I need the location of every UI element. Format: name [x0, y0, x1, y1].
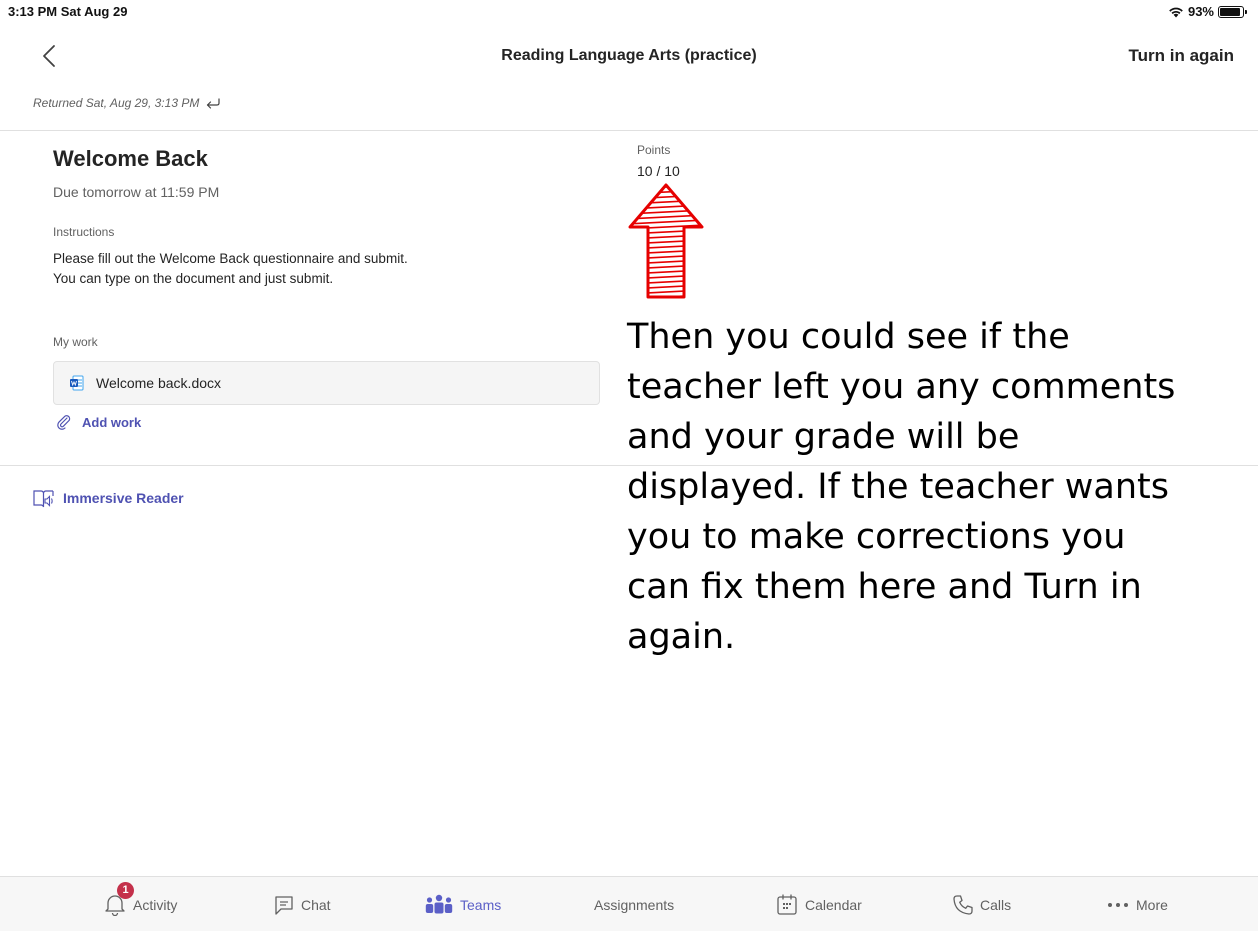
paperclip-icon [57, 415, 71, 430]
assignment-title: Welcome Back [53, 146, 208, 171]
nav-calls[interactable]: Calls [952, 891, 1011, 919]
activity-badge: 1 [117, 881, 134, 899]
nav-calendar-label: Calendar [805, 897, 862, 913]
chat-icon [275, 896, 293, 915]
bottom-nav: 1 Activity Chat Teams Assignments Calend… [0, 876, 1258, 931]
nav-assignments[interactable]: Assignments [594, 891, 674, 919]
battery-icon [1218, 5, 1247, 18]
page-title: Reading Language Arts (practice) [501, 47, 757, 64]
my-work-label: My work [53, 335, 98, 349]
nav-teams[interactable]: Teams [424, 891, 501, 919]
nav-activity-label: Activity [133, 897, 178, 913]
annotation-line: teacher left you any comments [627, 367, 1176, 407]
teams-icon [425, 894, 453, 914]
annotation-line: you to make corrections you [627, 517, 1126, 557]
instructions-text: Please fill out the Welcome Back questio… [53, 249, 408, 289]
status-indicators: 93% [1168, 4, 1247, 19]
annotation-line: again. [627, 617, 736, 657]
returned-status: Returned Sat, Aug 29, 3:13 PM [33, 96, 221, 110]
add-work-button[interactable]: Add work [56, 414, 141, 430]
due-date: Due tomorrow at 11:59 PM [53, 184, 220, 200]
status-bar: 3:13 PM Sat Aug 29 93% [0, 0, 1258, 24]
instructions-line: Please fill out the Welcome Back questio… [53, 251, 408, 266]
immersive-reader-label: Immersive Reader [63, 490, 184, 506]
annotation-text: Then you could see if the teacher left y… [627, 312, 1247, 662]
nav-assignments-label: Assignments [594, 897, 675, 913]
instructions-label: Instructions [53, 225, 115, 239]
more-dots-icon [1108, 903, 1128, 907]
annotation-line: displayed. If the teacher wants [627, 467, 1170, 507]
annotation-line: can fix them here and Turn in [627, 567, 1142, 607]
header-divider [0, 130, 1258, 131]
nav-more-label: More [1136, 897, 1168, 913]
bell-icon: 1 [103, 881, 134, 919]
return-arrow-icon [207, 98, 220, 109]
file-name: Welcome back.docx [96, 375, 222, 391]
nav-teams-label: Teams [460, 897, 502, 913]
instructions-line: You can type on the document and just su… [53, 271, 334, 286]
red-up-arrow-icon [628, 183, 704, 299]
word-document-icon [70, 375, 84, 391]
nav-calendar[interactable]: Calendar [775, 891, 862, 919]
points-label: Points [637, 143, 671, 157]
nav-chat-label: Chat [301, 897, 331, 913]
back-chevron-icon[interactable] [38, 40, 62, 72]
battery-percent: 93% [1187, 4, 1214, 19]
calendar-icon [777, 894, 797, 915]
returned-text: Returned Sat, Aug 29, 3:13 PM [33, 96, 200, 110]
nav-calls-label: Calls [980, 897, 1012, 913]
annotation-line: Then you could see if the [627, 317, 1070, 357]
immersive-reader-button[interactable]: Immersive Reader [33, 488, 184, 508]
battery-fill [1220, 7, 1241, 16]
status-time: 3:13 PM Sat Aug 29 [8, 4, 128, 19]
annotation-line: and your grade will be [627, 417, 1020, 457]
wifi-icon [1169, 7, 1183, 17]
nav-activity[interactable]: 1 Activity [103, 881, 178, 919]
turn-in-again-button[interactable]: Turn in again [1129, 46, 1234, 66]
points-value: 10 / 10 [637, 163, 680, 179]
attached-file[interactable]: Welcome back.docx [53, 361, 600, 405]
phone-icon [953, 895, 973, 915]
nav-more[interactable]: More [1106, 891, 1168, 919]
nav-chat[interactable]: Chat [273, 891, 331, 919]
add-work-label: Add work [82, 414, 142, 430]
immersive-reader-icon [33, 490, 54, 508]
